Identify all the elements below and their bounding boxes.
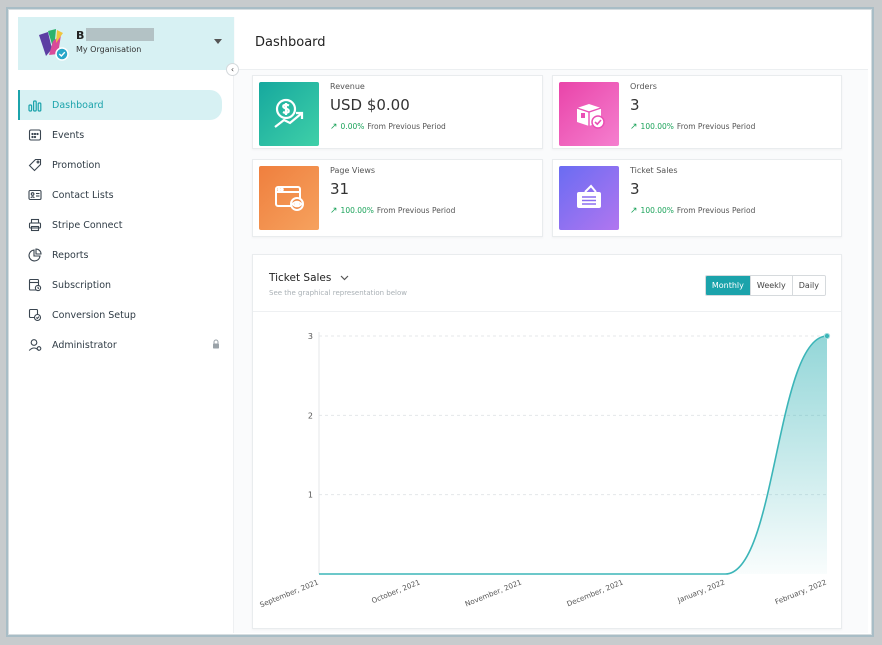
orders-change-period: From Previous Period [677, 122, 755, 131]
ticket-sales-change-percent: 100.00% [641, 206, 674, 215]
revenue-card[interactable]: Revenue USD $0.00 ↗0.00%From Previous Pe… [252, 75, 543, 149]
tab-daily[interactable]: Daily [792, 276, 825, 295]
printer-icon [26, 217, 43, 234]
trend-up-icon: ↗ [630, 122, 638, 132]
organisation-switcher[interactable]: B My Organisation [18, 17, 234, 70]
sidebar-item-events[interactable]: Events [18, 120, 234, 150]
ticket-sales-label: Ticket Sales [630, 166, 678, 175]
page-views-change: ↗100.00%From Previous Period [330, 206, 455, 216]
orders-change-percent: 100.00% [641, 122, 674, 131]
x-tick-label: February, 2022 [774, 578, 828, 607]
x-tick-label: September, 2021 [258, 578, 319, 610]
sidebar-item-reports[interactable]: Reports [18, 240, 234, 270]
sidebar: B My Organisation Dashboard Events [18, 17, 234, 633]
sidebar-nav: Dashboard Events Promotion Contact Lists [18, 90, 234, 360]
revenue-label: Revenue [330, 82, 365, 91]
sidebar-item-dashboard[interactable]: Dashboard [18, 90, 222, 120]
calendar-icon [26, 127, 43, 144]
chart-title[interactable]: Ticket Sales [269, 272, 331, 284]
page-title: Dashboard [255, 35, 326, 50]
series-line [319, 336, 827, 574]
orders-label: Orders [630, 82, 657, 91]
pie-chart-icon [26, 247, 43, 264]
revenue-change-percent: 0.00% [341, 122, 365, 131]
ticket-sales-icon [559, 166, 619, 230]
page-views-icon [259, 166, 319, 230]
sidebar-item-label: Conversion Setup [52, 310, 136, 321]
area-fill [319, 336, 827, 574]
ticket-sales-area-chart: 1 2 3 September, 2021 October, 2021 November,… [253, 312, 841, 628]
page-views-change-percent: 100.00% [341, 206, 374, 215]
tab-weekly[interactable]: Weekly [750, 276, 792, 295]
orders-card[interactable]: Orders 3 ↗100.00%From Previous Period [552, 75, 842, 149]
sidebar-item-label: Stripe Connect [52, 220, 122, 231]
collapse-sidebar-button[interactable]: ‹ [226, 63, 239, 76]
ticket-sales-value: 3 [630, 180, 640, 198]
ticket-sales-chart-card: Ticket Sales See the graphical represent… [252, 254, 842, 629]
sidebar-item-label: Administrator [52, 340, 117, 351]
sidebar-item-promotion[interactable]: Promotion [18, 150, 234, 180]
sidebar-item-label: Contact Lists [52, 190, 114, 201]
x-tick-label: November, 2021 [464, 578, 523, 609]
top-bar: Dashboard [235, 17, 868, 70]
page-views-value: 31 [330, 180, 349, 198]
revenue-value: USD $0.00 [330, 96, 410, 114]
sidebar-item-contact-lists[interactable]: Contact Lists [18, 180, 234, 210]
chevron-down-icon[interactable] [214, 39, 222, 44]
organisation-logo-icon [36, 27, 70, 61]
trend-up-icon: ↗ [330, 206, 338, 216]
chevron-down-icon[interactable] [340, 274, 349, 283]
sidebar-item-administrator[interactable]: Administrator [18, 330, 234, 360]
revenue-icon [259, 82, 319, 146]
period-toggle: Monthly Weekly Daily [705, 275, 826, 296]
sidebar-item-label: Events [52, 130, 84, 141]
tab-monthly[interactable]: Monthly [706, 276, 750, 295]
sidebar-item-label: Reports [52, 250, 88, 261]
orders-change: ↗100.00%From Previous Period [630, 122, 755, 132]
x-tick-label: December, 2021 [565, 578, 624, 609]
lock-icon [212, 339, 220, 352]
organisation-subtitle: My Organisation [76, 45, 141, 54]
ticket-sales-change: ↗100.00%From Previous Period [630, 206, 755, 216]
page-views-change-period: From Previous Period [377, 206, 455, 215]
revenue-change: ↗0.00%From Previous Period [330, 122, 446, 132]
contact-card-icon [26, 187, 43, 204]
sidebar-item-label: Promotion [52, 160, 100, 171]
app-window: B My Organisation Dashboard Events [18, 17, 868, 633]
orders-value: 3 [630, 96, 640, 114]
y-tick-label: 3 [308, 332, 313, 341]
subscription-icon [26, 277, 43, 294]
sidebar-item-label: Dashboard [52, 100, 104, 111]
page-views-card[interactable]: Page Views 31 ↗100.00%From Previous Peri… [252, 159, 543, 237]
sidebar-item-subscription[interactable]: Subscription [18, 270, 234, 300]
orders-icon [559, 82, 619, 146]
conversion-icon [26, 307, 43, 324]
data-point [824, 333, 829, 338]
tag-icon [26, 157, 43, 174]
page-views-label: Page Views [330, 166, 375, 175]
sidebar-item-label: Subscription [52, 280, 111, 291]
screenshot-frame: B My Organisation Dashboard Events [6, 7, 874, 637]
sidebar-item-stripe-connect[interactable]: Stripe Connect [18, 210, 234, 240]
x-tick-label: January, 2022 [675, 578, 726, 605]
organisation-name-redacted [86, 28, 154, 41]
ticket-sales-card[interactable]: Ticket Sales 3 ↗100.00%From Previous Per… [552, 159, 842, 237]
ticket-sales-change-period: From Previous Period [677, 206, 755, 215]
revenue-change-period: From Previous Period [367, 122, 445, 131]
chart-subtitle: See the graphical representation below [269, 289, 407, 297]
y-tick-label: 2 [308, 411, 313, 420]
y-tick-label: 1 [308, 491, 313, 500]
bar-chart-icon [26, 97, 43, 114]
trend-up-icon: ↗ [630, 206, 638, 216]
trend-up-icon: ↗ [330, 122, 338, 132]
organisation-name: B [76, 29, 84, 42]
x-tick-label: October, 2021 [370, 578, 421, 606]
user-icon [26, 337, 43, 354]
sidebar-item-conversion-setup[interactable]: Conversion Setup [18, 300, 234, 330]
